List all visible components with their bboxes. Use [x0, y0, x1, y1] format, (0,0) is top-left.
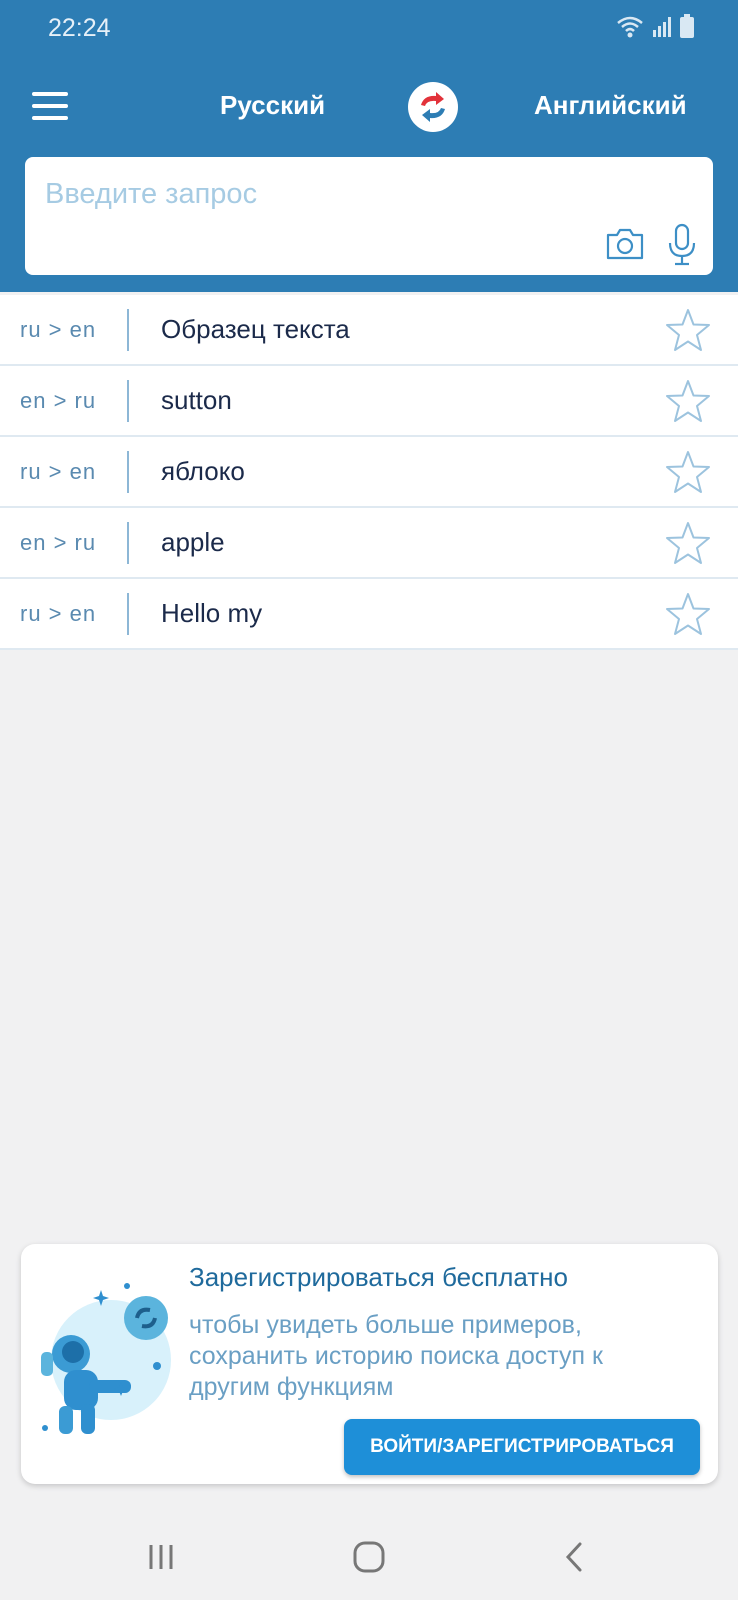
divider [127, 380, 129, 422]
astronaut-illustration [41, 1283, 171, 1434]
history-text: Образец текста [161, 314, 350, 344]
promo-title: Зарегистрироваться бесплатно [189, 1262, 568, 1292]
login-register-button[interactable]: ВОЙТИ/ЗАРЕГИСТРИРОВАТЬСЯ [344, 1419, 700, 1475]
direction-label: ru > en [20, 317, 97, 342]
system-nav-bar [0, 1520, 738, 1600]
favorite-star-icon[interactable] [664, 378, 712, 424]
direction-label: ru > en [20, 459, 97, 484]
history-text: sutton [161, 385, 232, 415]
wifi-icon [617, 16, 643, 38]
search-box [25, 157, 713, 275]
signal-icon [653, 17, 671, 37]
favorite-star-icon[interactable] [664, 307, 712, 353]
direction-label: en > ru [20, 388, 97, 413]
history-list: ru > en Образец текста en > ru sutton ru… [0, 295, 738, 650]
microphone-button[interactable] [667, 223, 697, 272]
divider [127, 309, 129, 351]
history-text: яблоко [161, 456, 245, 486]
swap-languages-icon [421, 92, 445, 122]
status-icons [616, 14, 694, 38]
favorite-star-icon[interactable] [664, 449, 712, 495]
promo-description: чтобы увидеть больше примеров, сохранить… [189, 1311, 603, 1401]
source-language-button[interactable]: Русский [220, 90, 325, 121]
home-icon[interactable] [352, 1540, 386, 1574]
history-item[interactable]: ru > en Hello my [0, 579, 738, 650]
camera-icon [606, 228, 644, 260]
camera-button[interactable] [605, 227, 645, 266]
direction-label: ru > en [20, 601, 97, 626]
hamburger-menu-icon [32, 92, 68, 96]
target-language-button[interactable]: Английский [534, 90, 687, 121]
microphone-icon [668, 223, 696, 266]
direction-label: en > ru [20, 530, 97, 555]
favorite-star-icon[interactable] [664, 520, 712, 566]
battery-icon [680, 14, 694, 38]
swap-languages-button[interactable] [408, 82, 458, 132]
favorite-star-icon[interactable] [664, 591, 712, 637]
register-promo-card: Зарегистрироваться бесплатно чтобы увиде… [21, 1244, 718, 1484]
app-header: 22:24 Русский Английский [0, 0, 738, 292]
history-item[interactable]: ru > en Образец текста [0, 295, 738, 366]
menu-button[interactable] [32, 92, 68, 122]
divider [127, 522, 129, 564]
history-item[interactable]: en > ru apple [0, 508, 738, 579]
history-item[interactable]: en > ru sutton [0, 366, 738, 437]
divider [127, 593, 129, 635]
history-text: Hello my [161, 598, 263, 628]
recent-apps-icon[interactable] [148, 1542, 174, 1572]
status-time: 22:24 [48, 14, 111, 42]
history-item[interactable]: ru > en яблоко [0, 437, 738, 508]
history-text: apple [161, 527, 225, 557]
back-icon[interactable] [562, 1540, 586, 1574]
search-input[interactable] [43, 177, 587, 212]
divider [127, 451, 129, 493]
